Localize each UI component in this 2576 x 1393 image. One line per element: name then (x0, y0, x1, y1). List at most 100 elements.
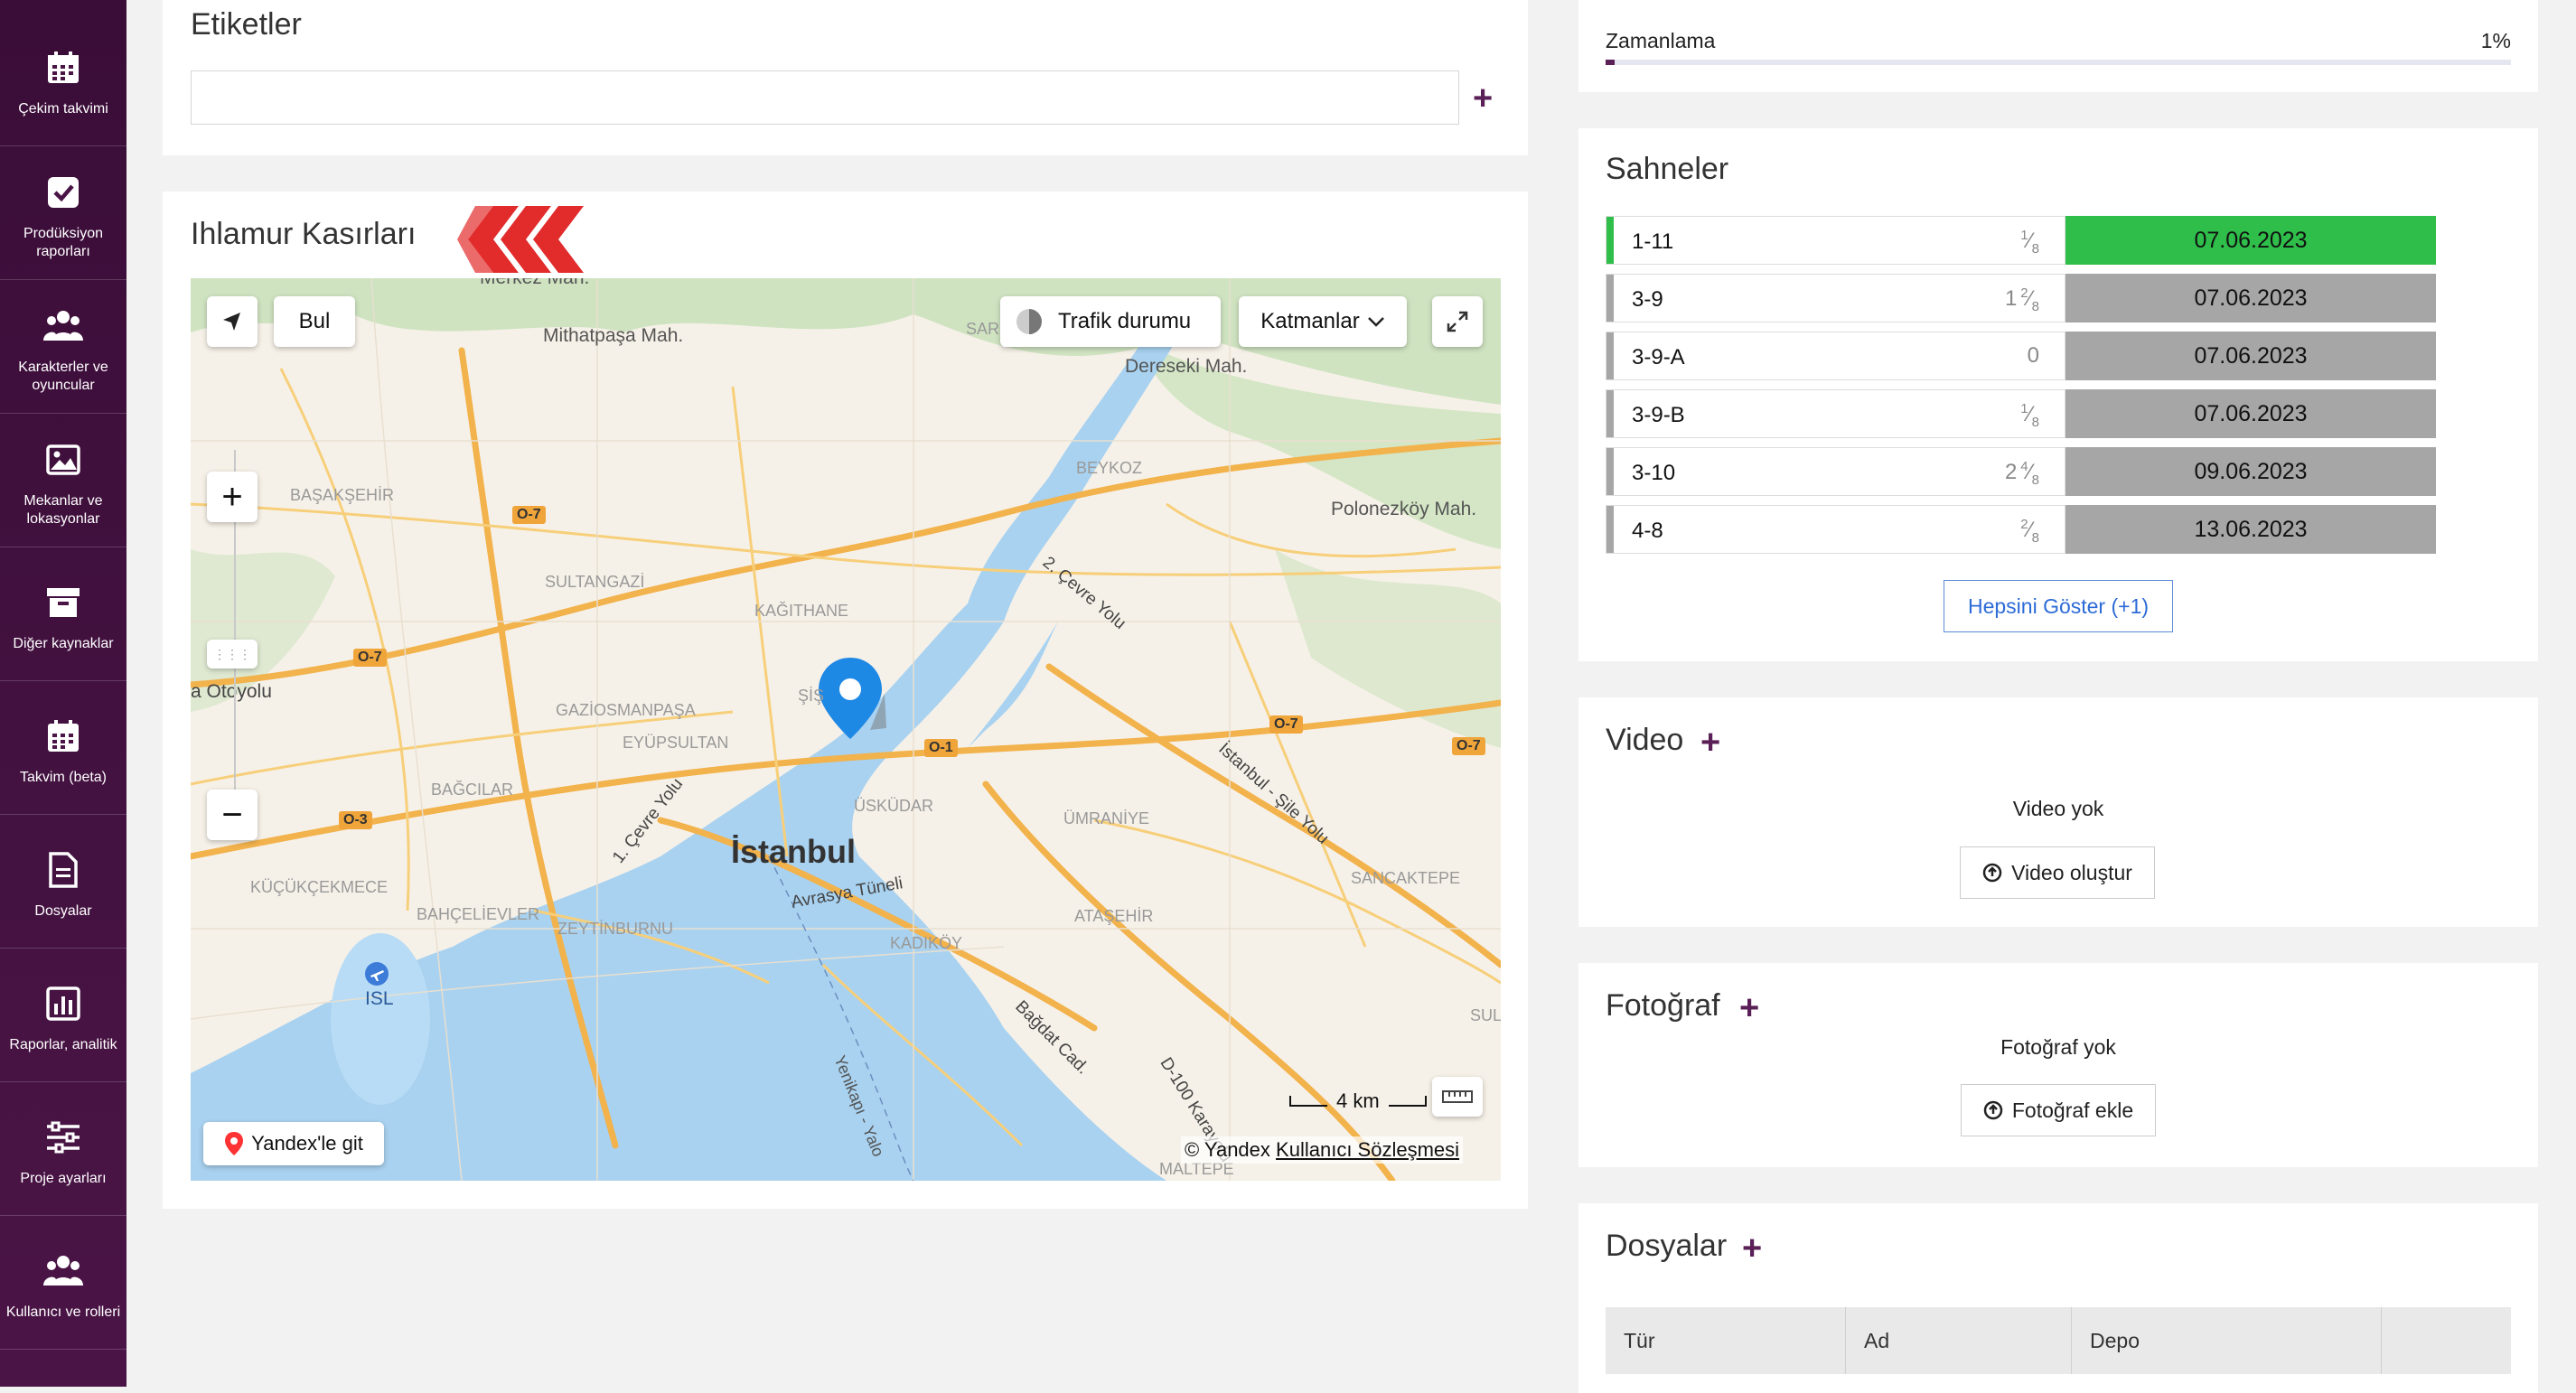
scene-date[interactable]: 07.06.2023 (2065, 389, 2436, 438)
create-video-button[interactable]: Video oluştur (1960, 846, 2155, 899)
map-label: BAĞCILAR (431, 781, 514, 799)
layers-label: Katmanlar (1260, 309, 1360, 333)
scene-name: 3-10 (1632, 461, 1676, 485)
sidebar-item-locations[interactable]: Mekanlar ve lokasyonlar (0, 416, 126, 547)
zoom-out-button[interactable]: − (207, 790, 258, 840)
add-file-button[interactable]: + (1742, 1231, 1762, 1266)
scene-date[interactable]: 07.06.2023 (2065, 216, 2436, 265)
scene-cell[interactable]: 3-9-B 1⁄8 (1606, 389, 2065, 438)
road-shield: O-7 (353, 649, 387, 667)
sidebar-item-label: Raporlar, analitik (9, 1036, 117, 1052)
scene-cell[interactable]: 3-9 1 2⁄8 (1606, 274, 2065, 323)
map-label: BAŞAKŞEHİR (290, 486, 395, 504)
scene-pages-numerator: 4 (2020, 459, 2028, 474)
map-label: ISL (365, 988, 394, 1009)
column-name[interactable]: Ad (1864, 1329, 1889, 1353)
sidebar-item-label: Kullanıcı ve rolleri (5, 1304, 121, 1320)
scene-row[interactable]: 4-8 2⁄8 13.06.2023 (1606, 505, 2436, 554)
scene-date[interactable]: 07.06.2023 (2065, 274, 2436, 323)
scene-row[interactable]: 3-9-A 0 07.06.2023 (1606, 332, 2436, 380)
sidebar-item-users-roles[interactable]: Kullanıcı ve rolleri (0, 1218, 126, 1350)
sidebar-item-files[interactable]: Dosyalar (0, 817, 126, 949)
add-photo-button[interactable]: + (1739, 991, 1759, 1025)
people-icon (43, 306, 83, 346)
scene-row[interactable]: 3-10 2 4⁄8 09.06.2023 (1606, 447, 2436, 496)
sidebar-item-label: Diğer kaynaklar (13, 635, 114, 651)
sidebar-item-label: Dosyalar (34, 902, 92, 919)
scene-status-bar (1606, 217, 1614, 264)
sidebar-item-label: Takvim (beta) (19, 769, 108, 785)
map-scale: 4 km (1289, 1089, 1427, 1113)
zoom-slider-handle[interactable]: ⋮⋮⋮ (207, 640, 258, 668)
sidebar-item-label: Prodüksiyon raporları (23, 225, 104, 259)
layers-dropdown[interactable]: Katmanlar (1239, 296, 1407, 347)
scene-date[interactable]: 09.06.2023 (2065, 447, 2436, 496)
scene-status-bar (1606, 332, 1614, 379)
map-label: KÜÇÜKÇEKMECE (250, 878, 389, 896)
scene-name: 3-9-A (1632, 345, 1685, 369)
scene-cell[interactable]: 4-8 2⁄8 (1606, 505, 2065, 554)
traffic-button[interactable]: Trafik durumu (1000, 296, 1221, 347)
upload-circle-icon (1982, 863, 2002, 883)
scene-cell[interactable]: 3-10 2 4⁄8 (1606, 447, 2065, 496)
scene-status-bar (1606, 448, 1614, 495)
map-label: Polonezköy Mah. (1331, 499, 1477, 519)
scene-row[interactable]: 3-9 1 2⁄8 07.06.2023 (1606, 274, 2436, 323)
scene-name: 4-8 (1632, 519, 1663, 543)
tags-title: Etiketler (191, 7, 302, 42)
map-attribution: © Yandex Kullanıcı Sözleşmesi (1181, 1136, 1464, 1164)
sidebar-item-other-resources[interactable]: Diğer kaynaklar (0, 549, 126, 681)
scene-date[interactable]: 13.06.2023 (2065, 505, 2436, 554)
open-in-yandex-button[interactable]: Yandex'le git (203, 1122, 384, 1165)
map-label: SUL (1470, 1006, 1501, 1024)
scene-page-count: 0 (2028, 343, 2039, 369)
scene-name: 1-11 (1632, 229, 1674, 254)
open-in-yandex-label: Yandex'le git (251, 1132, 363, 1155)
terms-link[interactable]: Kullanıcı Sözleşmesi (1276, 1138, 1459, 1161)
scene-date[interactable]: 07.06.2023 (2065, 332, 2436, 380)
sidebar-item-production-reports[interactable]: Prodüksiyon raporları (0, 148, 126, 280)
scene-pages-denominator: 8 (2031, 472, 2039, 488)
fullscreen-button[interactable] (1432, 296, 1483, 347)
map-label: BAHÇELİEVLER (417, 905, 540, 923)
traffic-label: Trafik durumu (1058, 309, 1192, 333)
location-marker-icon (819, 658, 886, 739)
add-video-button[interactable]: + (1700, 725, 1720, 760)
files-table-header: Tür Ad Depo (1606, 1307, 2511, 1374)
add-photo-label: Fotoğraf ekle (2011, 1098, 2134, 1122)
scene-pages-numerator: 2 (2020, 517, 2028, 532)
column-type[interactable]: Tür (1624, 1329, 1655, 1353)
ruler-button[interactable] (1432, 1077, 1483, 1117)
scene-page-count: 2⁄8 (2020, 517, 2039, 546)
map-canvas (191, 278, 1501, 1181)
scene-cell[interactable]: 3-9-A 0 (1606, 332, 2065, 380)
column-storage[interactable]: Depo (2090, 1329, 2140, 1353)
map-label: ZEYTİNBURNU (557, 920, 674, 938)
sidebar-item-characters[interactable]: Karakterler ve oyuncular (0, 282, 126, 414)
sidebar-item-shooting-schedule[interactable]: Çekim takvimi (0, 14, 126, 146)
locate-me-button[interactable] (207, 296, 258, 347)
map-label: İstanbul (731, 833, 857, 870)
scene-pages-numerator: 2 (2020, 285, 2028, 301)
yandex-map[interactable]: Mithatpaşa Mah. Merkez Mah. Dereseki Mah… (191, 278, 1501, 1181)
expand-icon (1447, 311, 1468, 332)
scene-row[interactable]: 3-9-B 1⁄8 07.06.2023 (1606, 389, 2436, 438)
show-all-scenes-button[interactable]: Hepsini Göster (+1) (1944, 580, 2173, 632)
scene-cell[interactable]: 1-11 1⁄8 (1606, 216, 2065, 265)
sidebar-item-calendar-beta[interactable]: Takvim (beta) (0, 683, 126, 815)
add-tag-button[interactable]: + (1473, 81, 1493, 116)
scheduling-progress-bar (1606, 60, 2511, 65)
sidebar-item-reports-analytics[interactable]: Raporlar, analitik (0, 950, 126, 1082)
find-button[interactable]: Bul (274, 296, 355, 347)
add-photo-upload-button[interactable]: Fotoğraf ekle (1961, 1084, 2156, 1136)
calendar-beta-icon (43, 716, 83, 756)
tags-input[interactable] (191, 70, 1459, 125)
archive-icon (43, 583, 83, 622)
zoom-in-button[interactable]: + (207, 472, 258, 522)
road-shield: O-7 (1269, 715, 1303, 734)
sidebar: Çekim takvimi Prodüksiyon raporları Kara… (0, 0, 126, 1387)
sidebar-item-project-settings[interactable]: Proje ayarları (0, 1084, 126, 1216)
map-label: a Otoyolu (191, 681, 272, 702)
scene-row[interactable]: 1-11 1⁄8 07.06.2023 (1606, 216, 2436, 265)
scene-pages-numerator: 1 (2020, 228, 2028, 243)
